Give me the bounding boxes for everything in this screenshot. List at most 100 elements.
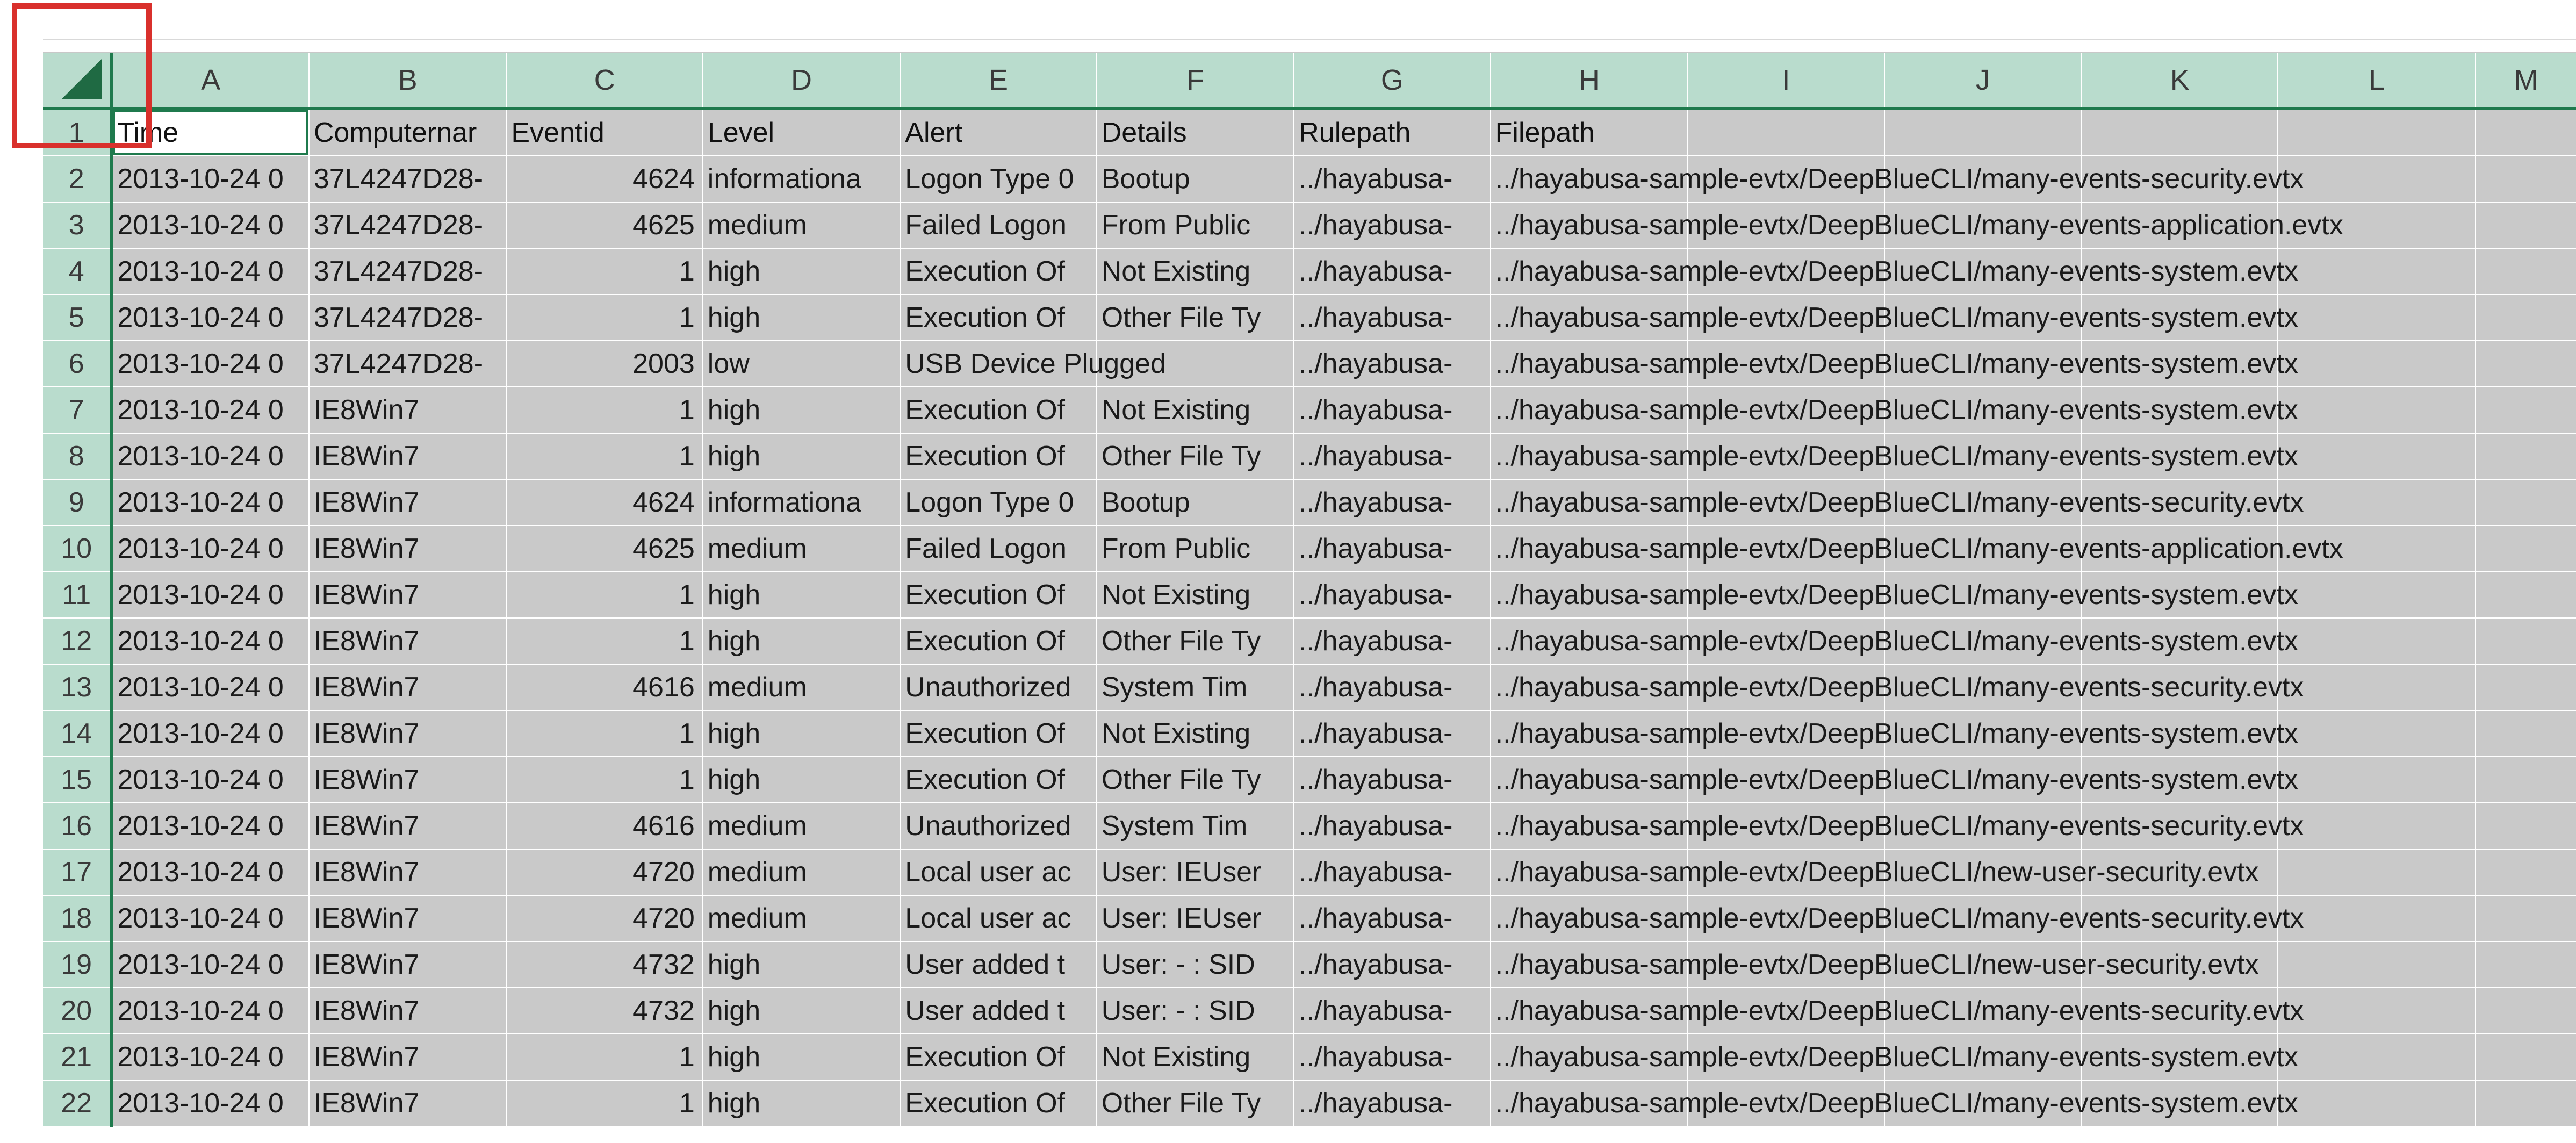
cell-B20[interactable]: IE8Win7 — [308, 988, 507, 1034]
cell-F10[interactable]: From Public — [1096, 526, 1295, 572]
cell-L2[interactable] — [2278, 156, 2476, 203]
cell-M21[interactable] — [2475, 1034, 2576, 1081]
cell-B16[interactable]: IE8Win7 — [308, 803, 507, 850]
cell-C14[interactable]: 1 — [506, 710, 703, 757]
cell-L4[interactable] — [2278, 248, 2476, 295]
row-header[interactable]: 18 — [43, 895, 113, 942]
cell-C1[interactable]: Eventid — [506, 109, 703, 156]
cell-A18[interactable]: 2013-10-24 0 — [111, 895, 310, 942]
cell-D14[interactable]: high — [702, 710, 901, 757]
cell-C9[interactable]: 4624 — [506, 479, 703, 526]
cell-L5[interactable] — [2278, 294, 2476, 341]
cell-E11[interactable]: Execution Of — [900, 572, 1097, 619]
cell-H5[interactable]: ../hayabusa-sample-evtx/DeepBlueCLI/many… — [1490, 294, 2298, 341]
cell-D1[interactable]: Level — [702, 109, 901, 156]
cell-H16[interactable]: ../hayabusa-sample-evtx/DeepBlueCLI/many… — [1490, 803, 2304, 850]
cell-M6[interactable] — [2475, 341, 2576, 387]
cell-H22[interactable]: ../hayabusa-sample-evtx/DeepBlueCLI/many… — [1490, 1080, 2298, 1127]
cell-G15[interactable]: ../hayabusa- — [1294, 757, 1491, 803]
cell-H17[interactable]: ../hayabusa-sample-evtx/DeepBlueCLI/new-… — [1490, 849, 2259, 896]
cell-A5[interactable]: 2013-10-24 0 — [111, 294, 310, 341]
cell-A22[interactable]: 2013-10-24 0 — [111, 1080, 310, 1127]
cell-C4[interactable]: 1 — [506, 248, 703, 295]
cell-L16[interactable] — [2278, 803, 2476, 850]
column-header-M[interactable]: M — [2475, 53, 2576, 110]
cell-C6[interactable]: 2003 — [506, 341, 703, 387]
cell-C10[interactable]: 4625 — [506, 526, 703, 572]
cell-M19[interactable] — [2475, 941, 2576, 988]
cell-H4[interactable]: ../hayabusa-sample-evtx/DeepBlueCLI/many… — [1490, 248, 2298, 295]
cell-M3[interactable] — [2475, 202, 2576, 249]
cell-C18[interactable]: 4720 — [506, 895, 703, 942]
cell-D10[interactable]: medium — [702, 526, 901, 572]
cell-G11[interactable]: ../hayabusa- — [1294, 572, 1491, 619]
cell-G4[interactable]: ../hayabusa- — [1294, 248, 1491, 295]
cell-B12[interactable]: IE8Win7 — [308, 618, 507, 665]
cell-E17[interactable]: Local user ac — [900, 849, 1097, 896]
cell-B15[interactable]: IE8Win7 — [308, 757, 507, 803]
cell-A19[interactable]: 2013-10-24 0 — [111, 941, 310, 988]
cell-B7[interactable]: IE8Win7 — [308, 387, 507, 434]
cell-D4[interactable]: high — [702, 248, 901, 295]
cell-G9[interactable]: ../hayabusa- — [1294, 479, 1491, 526]
cell-M17[interactable] — [2475, 849, 2576, 896]
cell-E2[interactable]: Logon Type 0 — [900, 156, 1097, 203]
cell-F15[interactable]: Other File Ty — [1096, 757, 1295, 803]
cell-L18[interactable] — [2278, 895, 2476, 942]
cell-M11[interactable] — [2475, 572, 2576, 619]
cell-D9[interactable]: informationa — [702, 479, 901, 526]
cell-B9[interactable]: IE8Win7 — [308, 479, 507, 526]
cell-A14[interactable]: 2013-10-24 0 — [111, 710, 310, 757]
cell-E15[interactable]: Execution Of — [900, 757, 1097, 803]
cell-L7[interactable] — [2278, 387, 2476, 434]
cell-L11[interactable] — [2278, 572, 2476, 619]
cell-D8[interactable]: high — [702, 433, 901, 480]
cell-M1[interactable] — [2475, 109, 2576, 156]
cell-A2[interactable]: 2013-10-24 0 — [111, 156, 310, 203]
row-header[interactable]: 6 — [43, 341, 113, 387]
cell-E6[interactable]: USB Device Plugged — [900, 341, 1166, 387]
cell-H13[interactable]: ../hayabusa-sample-evtx/DeepBlueCLI/many… — [1490, 664, 2304, 711]
cell-K1[interactable] — [2082, 109, 2279, 156]
cell-G14[interactable]: ../hayabusa- — [1294, 710, 1491, 757]
cell-F2[interactable]: Bootup — [1096, 156, 1295, 203]
cell-E7[interactable]: Execution Of — [900, 387, 1097, 434]
cell-E5[interactable]: Execution Of — [900, 294, 1097, 341]
cell-C12[interactable]: 1 — [506, 618, 703, 665]
column-header-G[interactable]: G — [1294, 53, 1491, 110]
cell-D5[interactable]: high — [702, 294, 901, 341]
cell-B13[interactable]: IE8Win7 — [308, 664, 507, 711]
cell-B19[interactable]: IE8Win7 — [308, 941, 507, 988]
cell-G18[interactable]: ../hayabusa- — [1294, 895, 1491, 942]
cell-C19[interactable]: 4732 — [506, 941, 703, 988]
cell-F3[interactable]: From Public — [1096, 202, 1295, 249]
cell-M4[interactable] — [2475, 248, 2576, 295]
cell-L13[interactable] — [2278, 664, 2476, 711]
cell-H20[interactable]: ../hayabusa-sample-evtx/DeepBlueCLI/many… — [1490, 988, 2304, 1034]
row-header[interactable]: 22 — [43, 1080, 113, 1127]
cell-H1[interactable]: Filepath — [1490, 109, 1689, 156]
cell-C21[interactable]: 1 — [506, 1034, 703, 1081]
cell-G2[interactable]: ../hayabusa- — [1294, 156, 1491, 203]
cell-E22[interactable]: Execution Of — [900, 1080, 1097, 1127]
cell-G13[interactable]: ../hayabusa- — [1294, 664, 1491, 711]
cell-M10[interactable] — [2475, 526, 2576, 572]
cell-F9[interactable]: Bootup — [1096, 479, 1295, 526]
cell-F16[interactable]: System Tim — [1096, 803, 1295, 850]
column-header-J[interactable]: J — [1884, 53, 2083, 110]
cell-F17[interactable]: User: IEUser — [1096, 849, 1295, 896]
cell-C5[interactable]: 1 — [506, 294, 703, 341]
cell-C11[interactable]: 1 — [506, 572, 703, 619]
cell-M8[interactable] — [2475, 433, 2576, 480]
cell-L14[interactable] — [2278, 710, 2476, 757]
cell-C7[interactable]: 1 — [506, 387, 703, 434]
cell-G21[interactable]: ../hayabusa- — [1294, 1034, 1491, 1081]
cell-E10[interactable]: Failed Logon — [900, 526, 1097, 572]
cell-A3[interactable]: 2013-10-24 0 — [111, 202, 310, 249]
cell-D17[interactable]: medium — [702, 849, 901, 896]
column-header-I[interactable]: I — [1688, 53, 1885, 110]
cell-E13[interactable]: Unauthorized — [900, 664, 1097, 711]
row-header[interactable]: 15 — [43, 757, 113, 803]
cell-C8[interactable]: 1 — [506, 433, 703, 480]
cell-L22[interactable] — [2278, 1080, 2476, 1127]
